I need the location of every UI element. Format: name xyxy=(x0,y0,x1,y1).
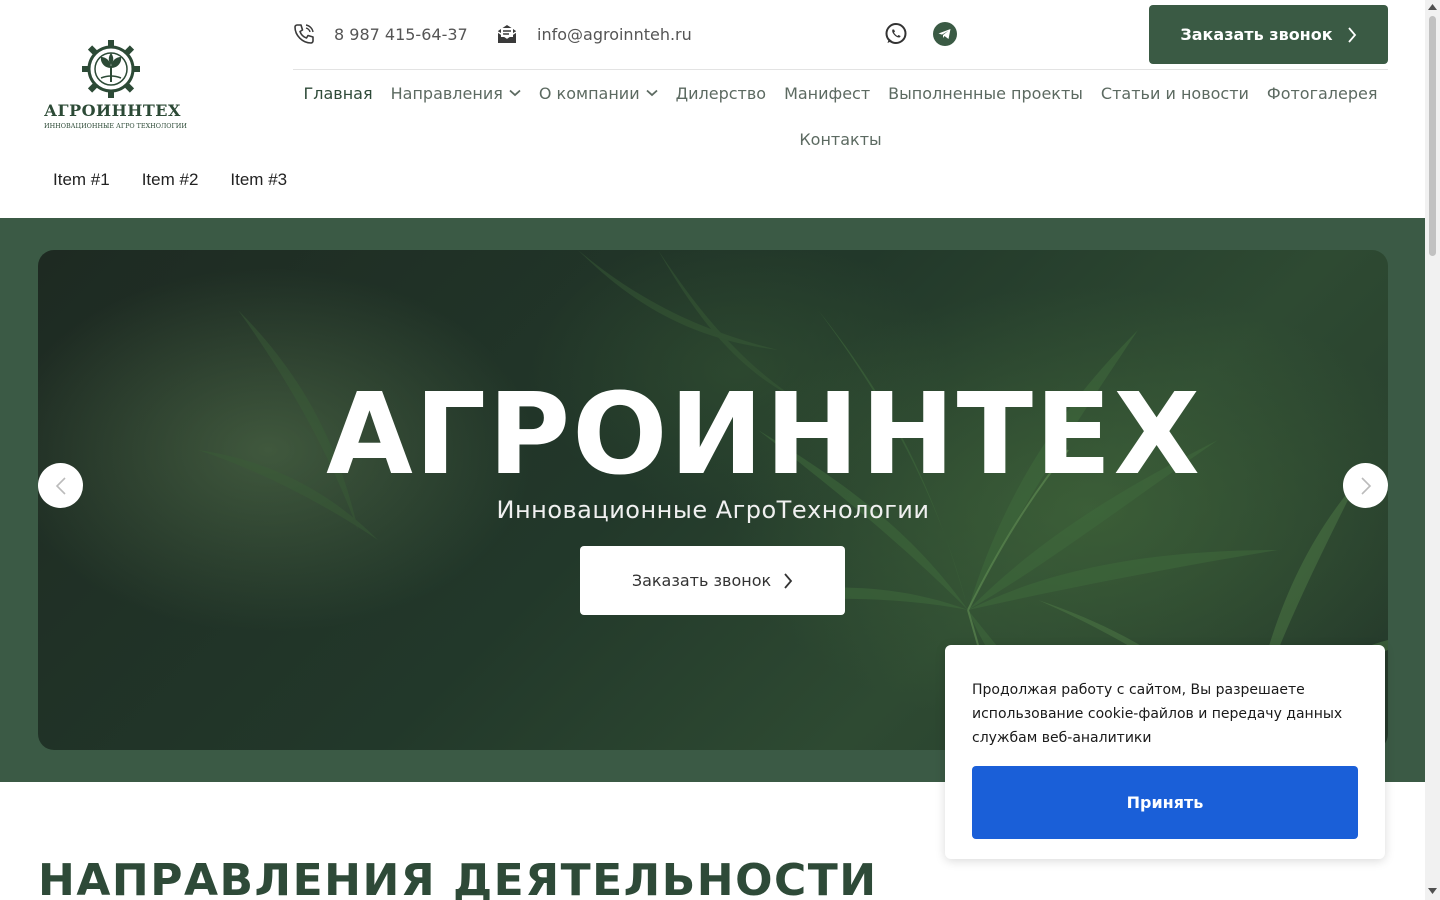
chevron-left-icon xyxy=(55,476,66,495)
nav-label: Главная xyxy=(303,83,373,103)
email-icon xyxy=(497,25,517,43)
nav-label: О компании xyxy=(538,83,640,103)
sub-menu-item-1[interactable]: Item #1 xyxy=(53,170,110,190)
section-title: НАПРАВЛЕНИЯ ДЕЯТЕЛЬНОСТИ xyxy=(38,855,878,900)
telegram-icon[interactable] xyxy=(933,22,957,46)
nav-label: Направления xyxy=(390,83,503,103)
phone-number: 8 987 415-64-37 xyxy=(334,24,468,44)
cookie-accept-button[interactable]: Принять xyxy=(972,766,1358,839)
scroll-down-icon[interactable] xyxy=(1428,888,1437,894)
nav-item-about[interactable]: О компании xyxy=(530,78,667,108)
header-email[interactable]: info@agroinnteh.ru xyxy=(495,22,692,46)
nav-item-home[interactable]: Главная xyxy=(295,78,382,108)
chevron-down-icon xyxy=(509,89,521,97)
nav-label: Статьи и новости xyxy=(1100,83,1249,103)
scroll-up-icon[interactable] xyxy=(1428,4,1437,10)
nav-label: Манифест xyxy=(784,83,871,103)
call-request-label: Заказать звонок xyxy=(1180,25,1333,44)
scroll-thumb[interactable] xyxy=(1429,16,1436,256)
header-phone[interactable]: 8 987 415-64-37 xyxy=(292,22,468,46)
nav-item-dealership[interactable]: Дилерство xyxy=(667,78,775,108)
site-header: АГРОИННТЕХ ИННОВАЦИОННЫЕ АГРО ТЕХНОЛОГИИ… xyxy=(0,0,1425,218)
sub-menu-item-3[interactable]: Item #3 xyxy=(230,170,287,190)
hero-call-label: Заказать звонок xyxy=(631,571,772,590)
nav-item-projects[interactable]: Выполненные проекты xyxy=(879,78,1092,108)
scrollbar[interactable] xyxy=(1425,0,1440,900)
phone-icon xyxy=(294,24,314,44)
nav-label: Выполненные проекты xyxy=(888,83,1083,103)
call-request-button[interactable]: Заказать звонок xyxy=(1149,5,1388,64)
slider-prev-button[interactable] xyxy=(38,463,83,508)
header-divider xyxy=(293,69,1388,70)
nav-item-news[interactable]: Статьи и новости xyxy=(1092,78,1258,108)
nav-item-directions[interactable]: Направления xyxy=(382,78,530,108)
nav-item-contacts[interactable]: Контакты xyxy=(790,124,890,154)
hero-subtitle: Инновационные АгроТехнологии xyxy=(496,496,930,524)
email-address: info@agroinnteh.ru xyxy=(537,24,692,44)
chevron-right-icon xyxy=(1360,476,1371,495)
chevron-right-icon xyxy=(1347,26,1356,43)
cookie-text: Продолжая работу с сайтом, Вы разрешаете… xyxy=(972,682,1343,746)
nav-label: Фотогалерея xyxy=(1266,83,1378,103)
chevron-down-icon xyxy=(645,89,658,97)
slider-next-button[interactable] xyxy=(1343,463,1388,508)
whatsapp-icon[interactable] xyxy=(884,22,908,46)
nav-label: Контакты xyxy=(799,129,882,149)
main-nav: Главная Направления О компании Дилерство… xyxy=(293,78,1388,154)
cookie-banner: Продолжая работу с сайтом, Вы разрешаете… xyxy=(945,645,1385,859)
chevron-right-icon xyxy=(784,572,793,589)
nav-label: Дилерство xyxy=(675,83,767,103)
logo-title: АГРОИННТЕХ xyxy=(44,101,181,120)
hero-call-button[interactable]: Заказать звонок xyxy=(580,546,845,615)
logo-tagline: ИННОВАЦИОННЫЕ АГРО ТЕХНОЛОГИИ xyxy=(44,122,187,130)
gear-leaf-emblem-icon xyxy=(82,40,140,98)
sub-menu-item-2[interactable]: Item #2 xyxy=(142,170,199,190)
hero-title: АГРОИННТЕХ xyxy=(326,370,1202,500)
logo[interactable]: АГРОИННТЕХ ИННОВАЦИОННЫЕ АГРО ТЕХНОЛОГИИ xyxy=(44,38,187,134)
nav-item-gallery[interactable]: Фотогалерея xyxy=(1258,78,1387,108)
nav-item-manifest[interactable]: Манифест xyxy=(775,78,879,108)
sub-menu: Item #1 Item #2 Item #3 xyxy=(53,170,287,190)
